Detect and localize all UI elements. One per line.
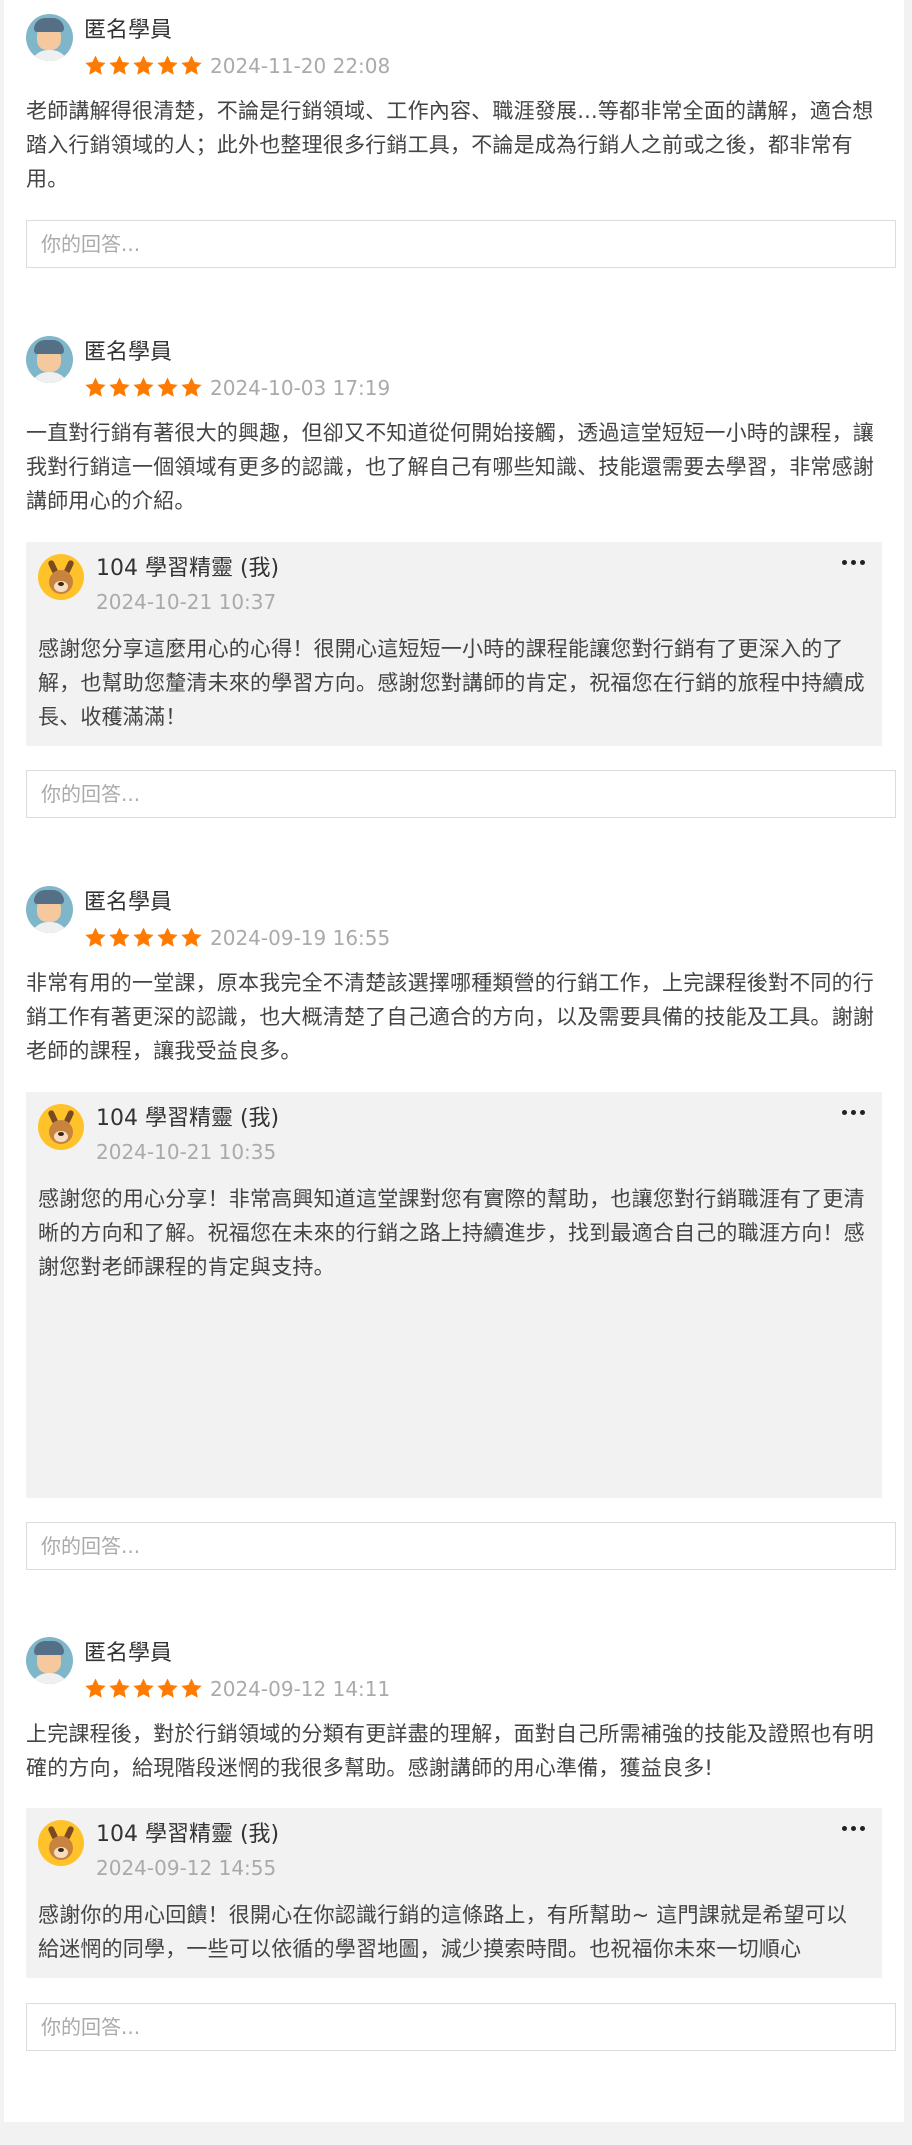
star-icon [157, 55, 178, 75]
student-avatar [26, 886, 73, 933]
review-date: 2024-10-03 17:19 [210, 376, 391, 400]
reply-avatar [38, 1820, 84, 1866]
reply-avatar [38, 1104, 84, 1150]
star-rating [84, 54, 204, 78]
star-icon [133, 1678, 154, 1698]
star-icon [85, 55, 106, 75]
instructor-reply: 104 學習精靈 (我) 2024-10-21 10:35 感謝您的用心分享！非… [26, 1092, 882, 1498]
star-icon [181, 377, 202, 397]
more-options-icon[interactable] [840, 1100, 868, 1124]
star-icon [181, 1678, 202, 1698]
reviewer-name: 匿名學員 [84, 1641, 173, 1666]
star-icon [181, 55, 202, 75]
review-date: 2024-09-19 16:55 [210, 926, 391, 950]
star-icon [85, 377, 106, 397]
star-rating [84, 376, 204, 400]
more-options-icon[interactable] [840, 550, 868, 574]
reply-author: 104 學習精靈 (我) [96, 1106, 280, 1131]
reply-text: 感謝你的用心回饋！很開心在你認識行銷的這條路上，有所幫助~ 這門課就是希望可以給… [38, 1903, 848, 1961]
answer-input[interactable] [26, 1522, 896, 1570]
star-icon [109, 927, 130, 947]
student-avatar [26, 1637, 73, 1684]
star-icon [85, 927, 106, 947]
reviewer-name: 匿名學員 [84, 340, 173, 365]
review-content: 非常有用的一堂課，原本我完全不清楚該選擇哪種類營的行銷工作，上完課程後對不同的行… [26, 971, 874, 1063]
star-icon [85, 1678, 106, 1698]
reply-text: 感謝您分享這麼用心的心得！很開心這短短一小時的課程能讓您對行銷有了更深入的了解，… [38, 637, 865, 729]
reply-date: 2024-10-21 10:35 [96, 1140, 277, 1164]
star-icon [133, 927, 154, 947]
star-icon [133, 55, 154, 75]
instructor-reply: 104 學習精靈 (我) 2024-09-12 14:55 感謝你的用心回饋！很… [26, 1808, 882, 1978]
star-icon [157, 927, 178, 947]
review-date: 2024-11-20 22:08 [210, 54, 391, 78]
review-content: 一直對行銷有著很大的興趣，但卻又不知道從何開始接觸，透過這堂短短一小時的課程，讓… [26, 421, 874, 513]
reply-author: 104 學習精靈 (我) [96, 1822, 280, 1847]
reply-date: 2024-09-12 14:55 [96, 1856, 277, 1880]
review-date: 2024-09-12 14:11 [210, 1677, 391, 1701]
instructor-reply: 104 學習精靈 (我) 2024-10-21 10:37 感謝您分享這麼用心的… [26, 542, 882, 746]
answer-input[interactable] [26, 2003, 896, 2051]
star-icon [109, 1678, 130, 1698]
star-icon [181, 927, 202, 947]
reply-text: 感謝您的用心分享！非常高興知道這堂課對您有實際的幫助，也讓您對行銷職涯有了更清晰… [38, 1187, 865, 1279]
star-icon [157, 1678, 178, 1698]
reply-date: 2024-10-21 10:37 [96, 590, 277, 614]
answer-input[interactable] [26, 770, 896, 818]
star-icon [109, 377, 130, 397]
star-icon [157, 377, 178, 397]
star-icon [109, 55, 130, 75]
reviews-panel: 匿名學員 2024-11-20 22:08 老師講解得很清楚，不論是行銷領域、工… [4, 0, 904, 2122]
student-avatar [26, 336, 73, 383]
reviewer-name: 匿名學員 [84, 18, 173, 43]
more-options-icon[interactable] [840, 1816, 868, 1840]
reviewer-name: 匿名學員 [84, 890, 173, 915]
star-rating [84, 926, 204, 950]
answer-input[interactable] [26, 220, 896, 268]
reply-avatar [38, 554, 84, 600]
review-content: 上完課程後，對於行銷領域的分類有更詳盡的理解，面對自己所需補強的技能及證照也有明… [26, 1722, 874, 1780]
star-icon [133, 377, 154, 397]
reply-author: 104 學習精靈 (我) [96, 556, 280, 581]
student-avatar [26, 14, 73, 61]
review-content: 老師講解得很清楚，不論是行銷領域、工作內容、職涯發展...等都非常全面的講解，適… [26, 99, 874, 191]
star-rating [84, 1677, 204, 1701]
